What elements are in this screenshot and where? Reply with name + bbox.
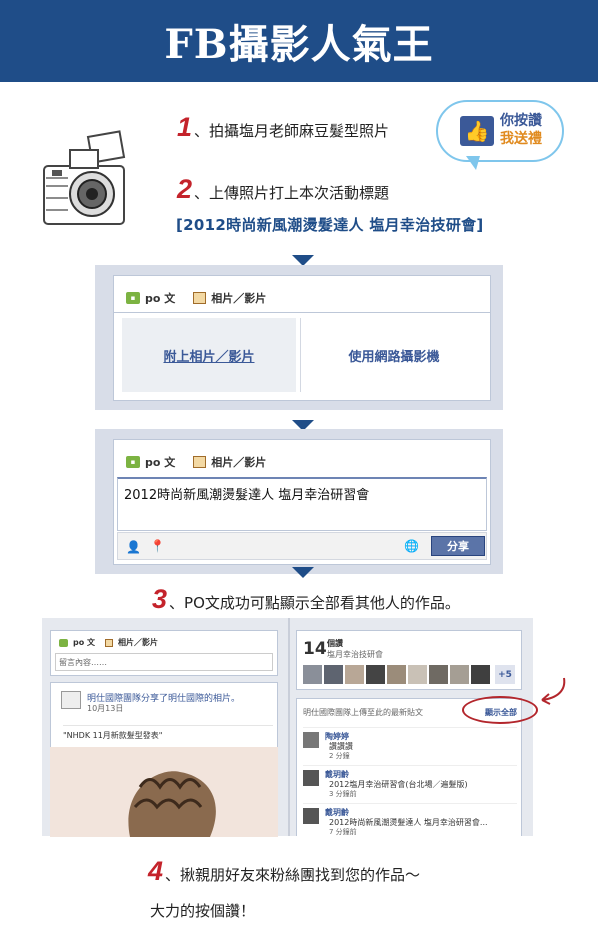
recent-post[interactable]: 陶婷婷 讚讚讚 2 分鐘	[303, 727, 517, 760]
tab-post-label: po 文	[73, 638, 96, 647]
avatar[interactable]	[387, 665, 406, 684]
composer-tabs: ▪ po 文 相片／影片	[126, 454, 266, 470]
step-number: 4	[148, 856, 164, 886]
feed-date: 10月13日	[87, 704, 124, 713]
step-4-line-2: 大力的按個讚！	[150, 902, 256, 920]
post-meta: 3 分鐘前	[329, 790, 357, 798]
privacy-globe-icon[interactable]: 🌐	[404, 539, 419, 553]
step-1: 1 、拍攝塩月老師麻豆髮型照片	[177, 114, 389, 141]
step-number: 3	[152, 584, 168, 614]
down-arrow-icon	[292, 567, 314, 578]
step-3: 3 、PO文成功可點顯示全部看其他人的作品。	[152, 586, 460, 613]
post-meta: 7 分鐘前	[329, 828, 357, 836]
tab-photo[interactable]: 相片／影片	[105, 637, 158, 648]
avatar	[303, 732, 319, 748]
chat-icon: ▪	[126, 292, 140, 304]
column-divider	[288, 618, 290, 836]
page-avatar	[61, 691, 81, 709]
avatar[interactable]	[429, 665, 448, 684]
step-text: 、拍攝塩月老師麻豆髮型照片	[194, 122, 390, 140]
likes-subtitle: 塩月幸治技研會	[327, 650, 383, 659]
avatar[interactable]	[450, 665, 469, 684]
fb-composer-text-panel: ▪ po 文 相片／影片 2012時尚新風潮燙髮達人 塩月幸治研習會 👤 📍 🌐…	[95, 429, 503, 574]
camera-illustration	[40, 128, 140, 232]
composer-tabs: ▪ po 文 相片／影片	[126, 290, 266, 306]
feed-photo	[50, 747, 278, 837]
step-4: 4 、揪親朋好友來粉絲團找到您的作品～	[148, 858, 420, 885]
step-2: 2 、上傳照片打上本次活動標題	[177, 176, 389, 203]
bubble-line-1: 你按讚	[500, 113, 542, 129]
fb-page-screenshot: po 文 相片／影片 留言內容…… 明仕國際團隊分享了明仕國際的相片。 10月1…	[42, 618, 533, 837]
tab-post-label: po 文	[145, 292, 176, 305]
tab-photo[interactable]: 相片／影片	[193, 290, 266, 306]
tab-post[interactable]: ▪ po 文	[126, 290, 175, 306]
option-divider	[300, 318, 301, 392]
avatar[interactable]	[408, 665, 427, 684]
avatar[interactable]	[303, 665, 322, 684]
tab-photo[interactable]: 相片／影片	[193, 454, 266, 470]
bubble-line-2: 我送禮	[500, 131, 542, 147]
recent-post[interactable]: 戴玥齡 2012塩月幸治研習會(台北場／遍髮版) 3 分鐘前	[303, 765, 517, 798]
avatar[interactable]	[366, 665, 385, 684]
annotation-arrow-icon	[532, 676, 572, 710]
feed-caption: "NHDK 11月新款髮型發表"	[63, 725, 273, 741]
avatar	[303, 770, 319, 786]
step-text: 、上傳照片打上本次活動標題	[194, 184, 390, 202]
friend-avatars	[303, 665, 490, 684]
composer-box: ▪ po 文 相片／影片 2012時尚新風潮燙髮達人 塩月幸治研習會 👤 📍 🌐…	[113, 439, 491, 565]
event-hashtag: [2012時尚新風潮燙髮達人 塩月幸治技研會]	[176, 216, 484, 234]
share-button[interactable]: 分享	[431, 536, 485, 556]
tab-photo-label: 相片／影片	[118, 638, 159, 647]
likes-box: 14 個讚 塩月幸治技研會 +5	[296, 630, 522, 690]
avatar	[303, 808, 319, 824]
photo-icon	[105, 638, 114, 647]
page-title: FB攝影人氣王	[164, 21, 434, 68]
step-number: 1	[177, 112, 193, 142]
red-annotation-circle	[462, 696, 538, 724]
step-text: 、PO文成功可點顯示全部看其他人的作品。	[169, 594, 460, 612]
location-icon[interactable]: 📍	[150, 539, 165, 553]
photo-icon	[193, 292, 207, 304]
webcam-option[interactable]: 使用網路攝影機	[304, 318, 484, 392]
likes-label: 個讚	[327, 639, 343, 648]
page-header: FB攝影人氣王	[0, 0, 598, 82]
tag-friends-icon[interactable]: 👤	[126, 540, 141, 554]
recent-posts-title: 明仕國際團隊上傳至此的最新貼文	[303, 708, 423, 717]
avatar[interactable]	[471, 665, 490, 684]
chat-icon: ▪	[126, 456, 140, 468]
photo-icon	[193, 456, 207, 468]
tab-post[interactable]: po 文	[59, 637, 95, 648]
recent-post[interactable]: 戴玥齡 2012時尚新風潮燙髮達人 塩月幸治研習會... 7 分鐘前	[303, 803, 517, 836]
feed-story: 明仕國際團隊分享了明仕國際的相片。 10月13日 "NHDK 11月新款髮型發表…	[50, 682, 278, 837]
tab-photo-label: 相片／影片	[211, 456, 267, 469]
composer-box: ▪ po 文 相片／影片 附上相片／影片 使用網路攝影機	[113, 275, 491, 401]
status-input[interactable]: 2012時尚新風潮燙髮達人 塩月幸治研習會	[117, 477, 487, 531]
tab-post[interactable]: ▪ po 文	[126, 454, 175, 470]
step-text: 、揪親朋好友來粉絲團找到您的作品～	[165, 866, 421, 884]
avatar[interactable]	[324, 665, 343, 684]
more-likers[interactable]: +5	[495, 665, 515, 684]
chat-icon	[59, 638, 68, 647]
thumbs-up-icon: 👍	[460, 116, 494, 146]
upload-photo-option[interactable]: 附上相片／影片	[122, 318, 296, 392]
post-box: po 文 相片／影片 留言內容……	[50, 630, 278, 676]
likes-count: 14	[303, 639, 327, 659]
step-number: 2	[177, 174, 193, 204]
bubble-tail	[466, 156, 480, 170]
avatar[interactable]	[345, 665, 364, 684]
tab-post-label: po 文	[145, 456, 176, 469]
post-meta: 2 分鐘	[329, 752, 350, 760]
fb-composer-photo-panel: ▪ po 文 相片／影片 附上相片／影片 使用網路攝影機	[95, 265, 503, 410]
post-input[interactable]: 留言內容……	[55, 653, 273, 671]
like-gift-bubble: 👍 你按讚 我送禮	[436, 100, 564, 162]
tab-photo-label: 相片／影片	[211, 292, 267, 305]
